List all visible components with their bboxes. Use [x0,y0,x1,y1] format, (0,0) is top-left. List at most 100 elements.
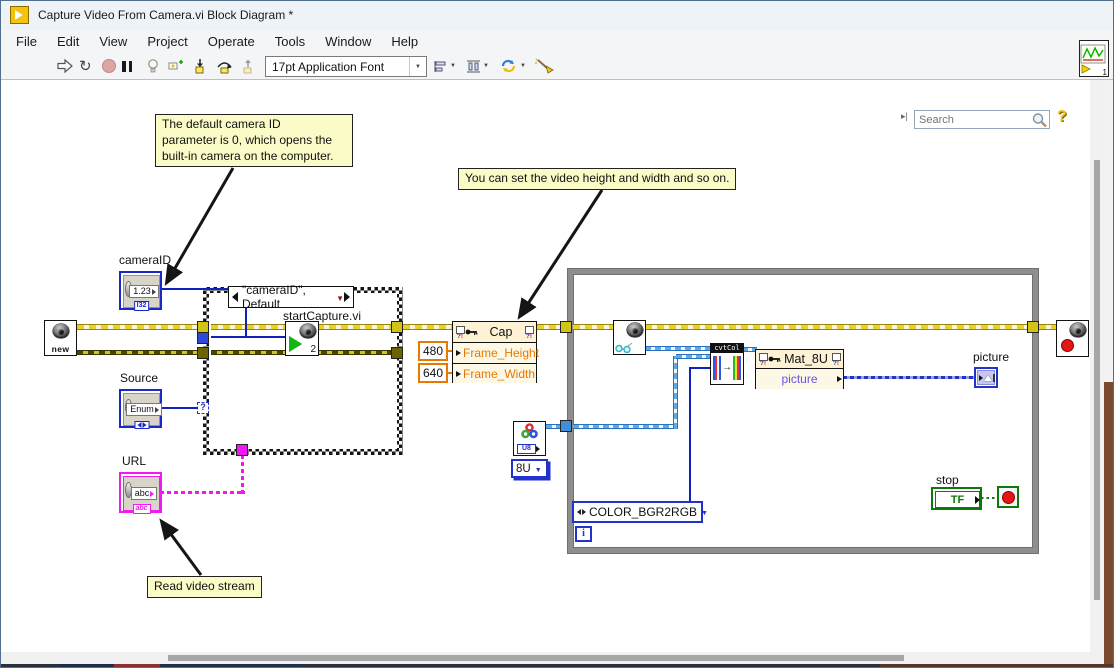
menu-file[interactable]: File [6,32,47,51]
frame-height-row[interactable]: Frame_Height [453,343,536,363]
frame-width-row[interactable]: Frame_Width [453,363,536,383]
source-label[interactable]: Source [120,371,158,385]
camera-ref-wire[interactable] [1039,324,1057,330]
loop-tunnel-mat[interactable] [560,420,572,432]
camera-ref-wire[interactable] [573,324,616,330]
mat-wire[interactable] [676,354,712,359]
case-next-icon[interactable] [344,292,350,302]
mat-create-node[interactable]: U8 [513,421,546,456]
source-value[interactable]: Enum [126,403,162,416]
retain-wire-values-icon[interactable] [168,56,185,76]
camera-read-node[interactable] [613,320,646,355]
url-control[interactable]: abc abc [119,472,162,513]
comment-read-stream[interactable]: Read video stream [147,576,262,598]
cvt-color-node[interactable]: cvtCol → [710,343,744,385]
toolbar-overflow-icon[interactable]: ▸| [901,111,908,122]
url-value[interactable]: abc [131,487,158,500]
chevron-down-icon[interactable] [531,463,542,475]
abort-icon[interactable] [102,56,116,76]
depth-enum-constant[interactable]: 8U [511,459,548,478]
menu-operate[interactable]: Operate [198,32,265,51]
mat-wire[interactable] [645,346,712,351]
run-icon[interactable] [57,56,73,76]
font-selector[interactable]: 17pt Application Font [265,56,427,77]
camera-id-value[interactable]: 1.23 [129,285,159,298]
camera-ref-wire[interactable] [645,324,1031,330]
step-out-icon[interactable] [240,56,256,76]
camera-release-node[interactable] [1056,320,1089,357]
case-dropdown-icon[interactable] [330,290,344,304]
mat-wire[interactable] [573,424,678,429]
step-over-icon[interactable] [216,56,233,76]
loop-condition-terminal[interactable] [997,486,1019,508]
source-control[interactable]: Enum [119,389,162,428]
camera-ref-wire[interactable] [77,324,203,330]
picture-wire[interactable] [843,376,975,379]
case-tunnel-cameraid[interactable] [197,332,209,344]
align-objects-icon[interactable] [433,56,456,76]
case-previous-icon[interactable] [232,292,238,302]
color-code-wire[interactable] [689,368,691,502]
iteration-terminal[interactable]: i [575,526,592,542]
source-wire[interactable] [161,407,199,409]
run-continuously-icon[interactable]: ↻ [79,56,92,76]
color-code-wire[interactable] [689,367,711,369]
search-box[interactable] [914,110,1050,129]
help-icon[interactable]: ? [1057,108,1067,126]
case-tunnel-camera-right[interactable] [391,321,403,333]
camera-id-label[interactable]: cameraID [119,253,171,267]
camera-ref-wire[interactable] [403,324,454,330]
case-tunnel-error-left[interactable] [197,347,209,359]
case-tunnel-url[interactable] [236,444,248,456]
error-wire[interactable] [77,350,203,355]
camera-id-control[interactable]: 1.23 I32 [119,271,162,310]
picture-indicator[interactable] [974,367,998,388]
width-constant[interactable]: 640 [418,363,448,383]
menu-tools[interactable]: Tools [265,32,315,51]
mat-wire[interactable] [673,356,678,429]
distribute-objects-icon[interactable] [466,56,489,76]
case-selector[interactable]: "cameraID", Default [228,286,354,308]
mat-8u-property-node[interactable]: ?! Mat_8U ?! picture [755,349,844,389]
camera-id-wire[interactable] [211,336,287,338]
stop-control[interactable]: TF [931,487,982,510]
url-wire[interactable] [241,455,244,494]
search-input[interactable] [915,113,1029,127]
camera-ref-wire[interactable] [211,324,287,330]
vi-icon[interactable]: 1 [1079,40,1109,77]
resize-objects-icon[interactable] [499,56,526,76]
menu-edit[interactable]: Edit [47,32,89,51]
pause-icon[interactable] [122,56,132,76]
height-constant[interactable]: 480 [418,341,448,361]
loop-tunnel-camera-left[interactable] [560,321,572,333]
chevron-down-icon[interactable] [697,506,708,518]
url-wire[interactable] [160,491,245,494]
search-icon[interactable] [1031,112,1048,128]
unwired-tunnel[interactable]: ? [197,402,209,414]
camera-ref-wire[interactable] [317,324,393,330]
horizontal-scrollbar-thumb[interactable] [168,655,904,661]
menu-view[interactable]: View [89,32,137,51]
picture-indicator-label[interactable]: picture [973,350,1009,364]
chevron-down-icon[interactable] [409,57,426,76]
menu-help[interactable]: Help [381,32,428,51]
step-into-icon[interactable] [192,56,208,76]
camera-new-node[interactable]: new [44,320,77,356]
loop-tunnel-camera-right[interactable] [1027,321,1039,333]
comment-video-settings[interactable]: You can set the video height and width a… [458,168,736,190]
url-label[interactable]: URL [122,454,146,468]
cleanup-diagram-icon[interactable] [534,56,554,76]
menu-project[interactable]: Project [137,32,197,51]
color-enum-constant[interactable]: COLOR_BGR2RGB [572,501,703,523]
menu-window[interactable]: Window [315,32,381,51]
stop-wire[interactable] [981,497,997,499]
highlight-execution-icon[interactable] [146,56,160,76]
vertical-scrollbar-thumb[interactable] [1094,160,1100,600]
case-selector-label[interactable]: "cameraID", Default [242,283,330,311]
comment-camera-id[interactable]: The default camera ID parameter is 0, wh… [155,114,353,167]
cap-property-node[interactable]: ?! Cap ?! Frame_Height Frame_Width [452,321,537,383]
stop-label[interactable]: stop [936,473,959,487]
picture-property-row[interactable]: picture [756,369,843,389]
start-capture-node[interactable]: 2 [285,321,319,356]
case-tunnel-error-right[interactable] [391,347,403,359]
